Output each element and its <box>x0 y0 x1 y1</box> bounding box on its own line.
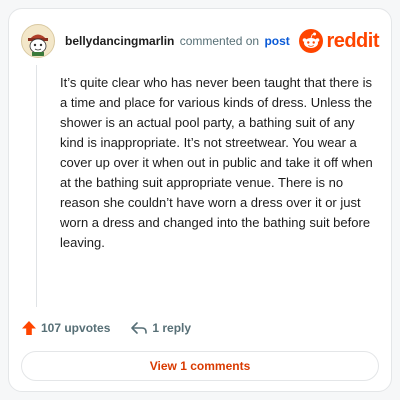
reddit-wordmark: reddit <box>326 29 379 52</box>
username-link[interactable]: bellydancingmarlin <box>65 34 174 48</box>
reply-button[interactable]: 1 reply <box>130 321 191 335</box>
post-link[interactable]: post <box>264 34 289 48</box>
reddit-snoo-icon <box>299 29 324 53</box>
avatar[interactable] <box>21 24 55 58</box>
upvote-button[interactable]: 107 upvotes <box>21 320 110 336</box>
view-comments-button[interactable]: View 1 comments <box>21 351 379 381</box>
reddit-logo[interactable]: reddit <box>299 29 379 53</box>
reply-arrow-icon <box>131 322 148 334</box>
comment-text: It’s quite clear who has never been taug… <box>60 75 373 250</box>
comment-card: bellydancingmarlin commented on post red… <box>8 8 392 392</box>
upvote-count: 107 upvotes <box>41 321 111 335</box>
snoo-avatar-icon <box>23 26 53 56</box>
comment-actions: 107 upvotes 1 reply <box>21 318 191 338</box>
comment-byline: bellydancingmarlin commented on post <box>65 34 299 48</box>
commented-on-text: commented on <box>179 34 260 48</box>
thread-line <box>36 65 37 307</box>
reply-count: 1 reply <box>152 321 192 335</box>
upvote-arrow-icon <box>22 321 36 335</box>
comment-header: bellydancingmarlin commented on post red… <box>21 21 379 61</box>
